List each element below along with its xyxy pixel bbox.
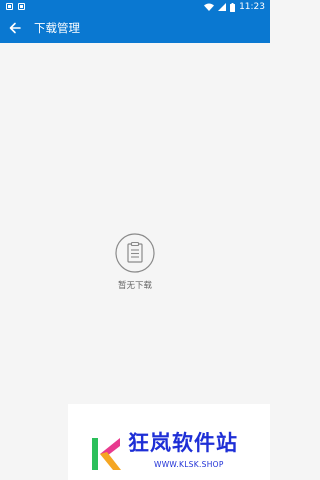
notification-icon bbox=[6, 3, 13, 10]
app-bar: 下载管理 bbox=[0, 14, 270, 43]
status-notifications bbox=[6, 3, 25, 10]
empty-message: 暂无下载 bbox=[117, 281, 152, 291]
signal-icon bbox=[218, 3, 227, 11]
empty-state: 暂无下载 bbox=[0, 233, 270, 291]
brand-logo bbox=[92, 438, 121, 470]
status-time: 11:23 bbox=[239, 2, 265, 12]
status-indicators: 11:23 bbox=[204, 0, 265, 14]
clipboard-icon bbox=[115, 233, 155, 273]
arrow-left-icon bbox=[9, 22, 21, 34]
watermark-url: WWW.KLSK.SHOP bbox=[154, 460, 224, 469]
watermark-brand: 狂岚软件站 bbox=[128, 431, 238, 455]
status-bar: 11:23 bbox=[0, 0, 270, 14]
wifi-icon bbox=[204, 3, 215, 11]
back-button[interactable] bbox=[6, 19, 24, 37]
watermark: 狂岚软件站 WWW.KLSK.SHOP bbox=[68, 404, 270, 480]
page-title: 下载管理 bbox=[34, 21, 80, 35]
notification-icon bbox=[18, 3, 25, 10]
battery-icon bbox=[230, 2, 236, 12]
